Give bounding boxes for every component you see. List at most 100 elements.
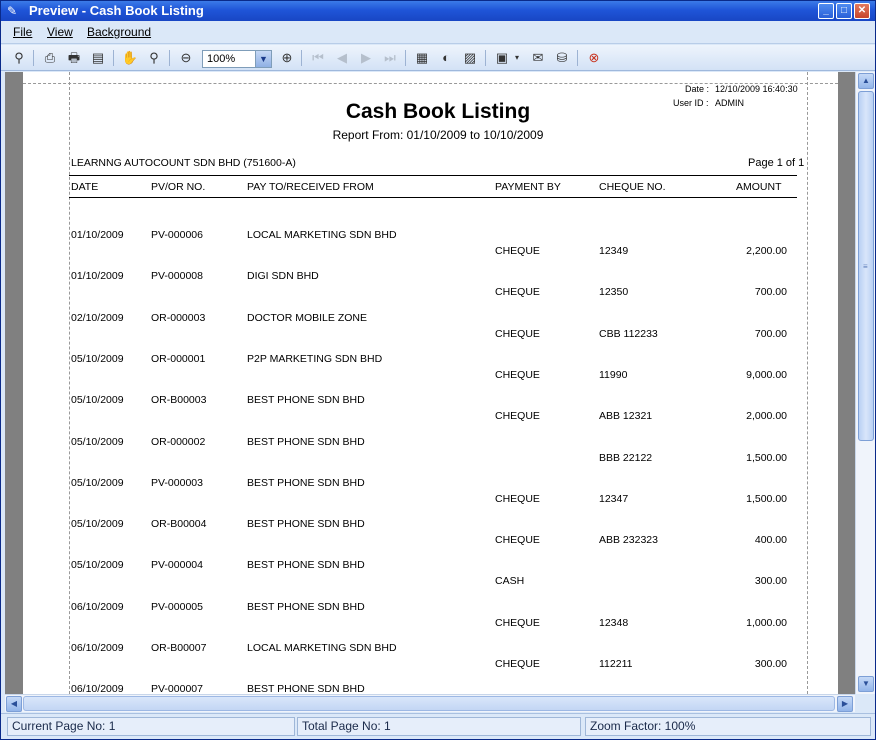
row-amount: 2,000.00 bbox=[746, 410, 787, 422]
magnifier-icon[interactable]: ⚲ bbox=[145, 49, 163, 67]
zoom-select[interactable]: 100% ▼ bbox=[202, 50, 272, 68]
row-amount: 700.00 bbox=[754, 286, 787, 298]
minimize-button[interactable]: _ bbox=[818, 3, 834, 19]
row-doc-no: PV-000007 bbox=[151, 683, 203, 694]
page-setup-icon[interactable]: ▤ bbox=[89, 49, 107, 67]
print-setup-icon[interactable]: ⎙ bbox=[41, 49, 59, 67]
row-amount: 9,000.00 bbox=[746, 369, 787, 381]
row-payto: DOCTOR MOBILE ZONE bbox=[247, 312, 367, 324]
window-title: Preview - Cash Book Listing bbox=[29, 3, 204, 18]
close-button[interactable]: ✕ bbox=[854, 3, 870, 19]
row-cheque-no: 112211 bbox=[599, 658, 633, 670]
row-payment-by: CHEQUE bbox=[495, 617, 540, 629]
vertical-scrollbar[interactable]: ▲ ≡ ▼ bbox=[855, 72, 875, 694]
report-range: Report From: 01/10/2009 to 10/10/2009 bbox=[332, 128, 544, 142]
date-label: Date : bbox=[685, 84, 710, 94]
toolbar-separator bbox=[169, 50, 170, 66]
vertical-scroll-thumb[interactable]: ≡ bbox=[858, 91, 874, 441]
toolbar-separator bbox=[33, 50, 34, 66]
row-date: 05/10/2009 bbox=[71, 353, 124, 365]
row-payto: LOCAL MARKETING SDN BHD bbox=[247, 642, 397, 654]
margin-guide-left bbox=[69, 72, 70, 694]
row-cheque-no: 11990 bbox=[599, 369, 628, 381]
export-dropdown-icon[interactable]: ▾ bbox=[512, 49, 522, 67]
zoom-out-icon[interactable]: ⊖ bbox=[177, 49, 195, 67]
report-title: Cash Book Listing bbox=[345, 100, 531, 123]
scroll-left-icon[interactable]: ◀ bbox=[6, 696, 22, 712]
status-current-page: Current Page No: 1 bbox=[7, 717, 295, 736]
col-header-doc: PV/OR NO. bbox=[151, 181, 206, 193]
row-doc-no: PV-000003 bbox=[151, 477, 203, 489]
row-amount: 2,200.00 bbox=[746, 245, 787, 257]
previous-page-icon[interactable]: ◀ bbox=[333, 49, 351, 67]
row-date: 01/10/2009 bbox=[71, 270, 124, 282]
maximize-button[interactable]: □ bbox=[836, 3, 852, 19]
scroll-right-icon[interactable]: ▶ bbox=[837, 696, 853, 712]
horizontal-scroll-thumb[interactable] bbox=[23, 696, 835, 711]
zoom-in-icon[interactable]: ⊕ bbox=[278, 49, 296, 67]
row-doc-no: PV-000004 bbox=[151, 559, 203, 571]
row-date: 06/10/2009 bbox=[71, 683, 124, 694]
row-amount: 300.00 bbox=[754, 658, 787, 670]
row-payment-by: CHEQUE bbox=[495, 328, 540, 340]
row-payto: BEST PHONE SDN BHD bbox=[247, 477, 365, 489]
print-icon[interactable]: 🖶 bbox=[65, 49, 83, 67]
chevron-down-icon[interactable]: ▼ bbox=[255, 51, 271, 67]
scroll-up-icon[interactable]: ▲ bbox=[858, 73, 874, 89]
row-doc-no: OR-B00003 bbox=[151, 394, 207, 406]
row-date: 05/10/2009 bbox=[71, 394, 124, 406]
row-doc-no: OR-000001 bbox=[151, 353, 206, 365]
row-payto: BEST PHONE SDN BHD bbox=[247, 394, 365, 406]
toolbar-separator bbox=[405, 50, 406, 66]
header-top-rule bbox=[69, 175, 797, 176]
status-total-page: Total Page No: 1 bbox=[297, 717, 581, 736]
row-cheque-no: ABB 12321 bbox=[599, 410, 653, 422]
page-color-icon[interactable]: ◐ bbox=[437, 49, 455, 67]
preview-app-icon: ✎ bbox=[7, 4, 18, 18]
row-cheque-no: CBB 112233 bbox=[599, 328, 658, 340]
row-payment-by: CHEQUE bbox=[495, 369, 540, 381]
row-cheque-no: 12349 bbox=[599, 245, 629, 257]
col-header-cheque: CHEQUE NO. bbox=[599, 181, 666, 193]
close-preview-icon[interactable]: ⊗ bbox=[585, 49, 603, 67]
next-page-icon[interactable]: ▶ bbox=[357, 49, 375, 67]
row-payment-by: CHEQUE bbox=[495, 410, 540, 422]
hand-tool-icon[interactable]: ✋ bbox=[121, 49, 139, 67]
margin-guide-right bbox=[807, 72, 808, 694]
row-doc-no: PV-000005 bbox=[151, 601, 203, 613]
watermark-icon[interactable]: ▨ bbox=[461, 49, 479, 67]
row-payto: DIGI SDN BHD bbox=[247, 270, 319, 282]
first-page-icon[interactable]: ⏮ bbox=[309, 49, 327, 67]
row-payment-by: CHEQUE bbox=[495, 245, 540, 257]
scroll-down-icon[interactable]: ▼ bbox=[858, 676, 874, 692]
horizontal-scrollbar[interactable]: ◀ ▶ bbox=[5, 694, 855, 712]
menu-background[interactable]: Background bbox=[87, 25, 151, 39]
menu-view[interactable]: View bbox=[47, 25, 73, 39]
row-date: 05/10/2009 bbox=[71, 559, 124, 571]
row-doc-no: PV-000008 bbox=[151, 270, 203, 282]
row-amount: 300.00 bbox=[754, 575, 787, 587]
preview-area[interactable]: Date : 12/10/2009 16:40:30 User ID : ADM… bbox=[5, 72, 855, 694]
menu-file[interactable]: File bbox=[13, 25, 32, 39]
row-doc-no: OR-B00004 bbox=[151, 518, 207, 530]
menu-bar: File View Background bbox=[1, 21, 875, 44]
export-icon[interactable]: ▣ bbox=[493, 49, 511, 67]
row-payment-by: CHEQUE bbox=[495, 493, 540, 505]
row-doc-no: OR-000002 bbox=[151, 436, 206, 448]
company-name: LEARNNG AUTOCOUNT SDN BHD (751600-A) bbox=[71, 157, 296, 169]
row-payto: P2P MARKETING SDN BHD bbox=[247, 353, 383, 365]
toolbar: ⚲ ⎙ 🖶 ▤ ✋ ⚲ ⊖ 100% ▼ ⊕ ⏮ ◀ ▶ ⏭ ▦ ◐ ▨ ▣ ▾… bbox=[1, 45, 875, 71]
title-bar[interactable]: ✎ Preview - Cash Book Listing _ □ ✕ bbox=[1, 1, 875, 21]
email-icon[interactable]: ✉ bbox=[529, 49, 547, 67]
report-page: Date : 12/10/2009 16:40:30 User ID : ADM… bbox=[23, 72, 838, 694]
row-date: 01/10/2009 bbox=[71, 229, 124, 241]
last-page-icon[interactable]: ⏭ bbox=[381, 49, 399, 67]
row-cheque-no: 12350 bbox=[599, 286, 629, 298]
col-header-payto: PAY TO/RECEIVED FROM bbox=[247, 181, 374, 193]
send-icon[interactable]: ⛁ bbox=[553, 49, 571, 67]
find-icon[interactable]: ⚲ bbox=[10, 49, 28, 67]
status-zoom-factor: Zoom Factor: 100% bbox=[585, 717, 871, 736]
row-date: 06/10/2009 bbox=[71, 642, 124, 654]
multiple-pages-icon[interactable]: ▦ bbox=[413, 49, 431, 67]
row-payto: LOCAL MARKETING SDN BHD bbox=[247, 229, 397, 241]
